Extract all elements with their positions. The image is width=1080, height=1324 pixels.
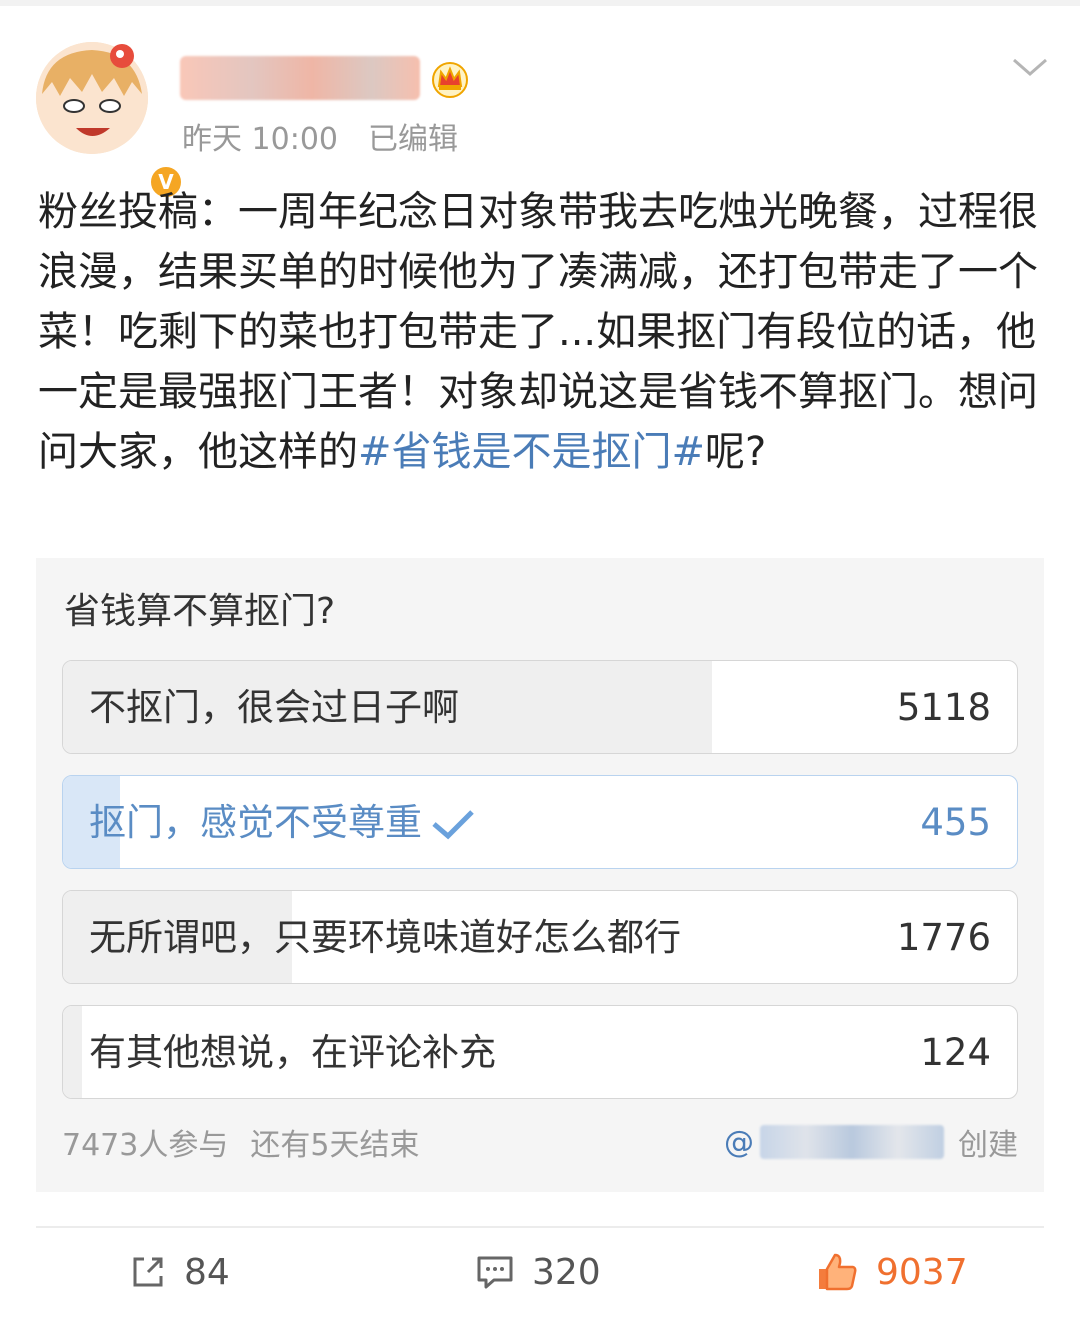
poll-option-3[interactable]: 无所谓吧，只要环境味道好怎么都行 1776 (62, 890, 1018, 984)
poll-title: 省钱算不算抠门? (64, 591, 336, 632)
comment-icon (477, 1256, 513, 1289)
poll-card: 省钱算不算抠门? 不抠门，很会过日子啊 5118 抠门，感觉不受尊重 455 无… (36, 558, 1044, 1192)
poll-option-1[interactable]: 不抠门，很会过日子啊 5118 (62, 660, 1018, 754)
repost-count: 84 (184, 1251, 230, 1293)
username-blurred[interactable] (180, 56, 420, 100)
checkmark-icon (432, 809, 474, 839)
repost-button[interactable]: 84 (130, 1246, 230, 1298)
at-symbol: @ (724, 1124, 754, 1160)
poll-participants: 7473人参与 (62, 1128, 229, 1163)
post-text: 粉丝投稿：一周年纪念日对象带我去吃烛光晚餐，过程很浪漫，结果买单的时候他为了凑满… (38, 182, 1048, 482)
poll-option-count: 1776 (896, 916, 991, 959)
creator-name-blurred[interactable] (760, 1125, 944, 1159)
poll-option-label: 有其他想说，在评论补充 (89, 1031, 496, 1074)
divider (36, 1226, 1044, 1228)
poll-option-2[interactable]: 抠门，感觉不受尊重 455 (62, 775, 1018, 869)
created-label: 创建 (958, 1128, 1018, 1163)
crown-icon[interactable] (430, 60, 470, 98)
poll-creator[interactable]: @ 创建 (724, 1120, 1018, 1164)
poll-option-count: 5118 (896, 686, 991, 729)
poll-option-4[interactable]: 有其他想说，在评论补充 124 (62, 1005, 1018, 1099)
comment-count: 320 (532, 1251, 601, 1293)
poll-option-label: 不抠门，很会过日子啊 (89, 686, 459, 729)
thumbs-up-icon (819, 1253, 857, 1291)
edited-label: 已编辑 (368, 122, 458, 157)
poll-option-count: 124 (920, 1031, 991, 1074)
post-time: 昨天 10:00 (182, 122, 338, 157)
poll-stats: 7473人参与 还有5天结束 (62, 1120, 419, 1164)
top-strip (0, 0, 1080, 6)
avatar-illustration (36, 42, 148, 154)
post-meta: 昨天 10:00 已编辑 (182, 114, 458, 158)
topic-link[interactable]: #省钱是不是抠门# (358, 429, 705, 475)
like-button[interactable]: 9037 (816, 1246, 968, 1298)
poll-option-label: 抠门，感觉不受尊重 (89, 776, 476, 868)
poll-option-label: 无所谓吧，只要环境味道好怎么都行 (89, 916, 681, 959)
chevron-down-icon[interactable] (1010, 52, 1050, 82)
like-count: 9037 (876, 1251, 968, 1293)
user-avatar[interactable]: V (36, 42, 184, 200)
poll-option-count: 455 (920, 801, 991, 844)
poll-option-fill (63, 1006, 83, 1098)
poll-remaining: 还有5天结束 (250, 1128, 420, 1163)
post-text-end: 呢? (705, 429, 767, 475)
poll-option-label-text: 抠门，感觉不受尊重 (89, 801, 422, 844)
share-icon (133, 1257, 163, 1287)
comment-button[interactable]: 320 (476, 1246, 601, 1298)
